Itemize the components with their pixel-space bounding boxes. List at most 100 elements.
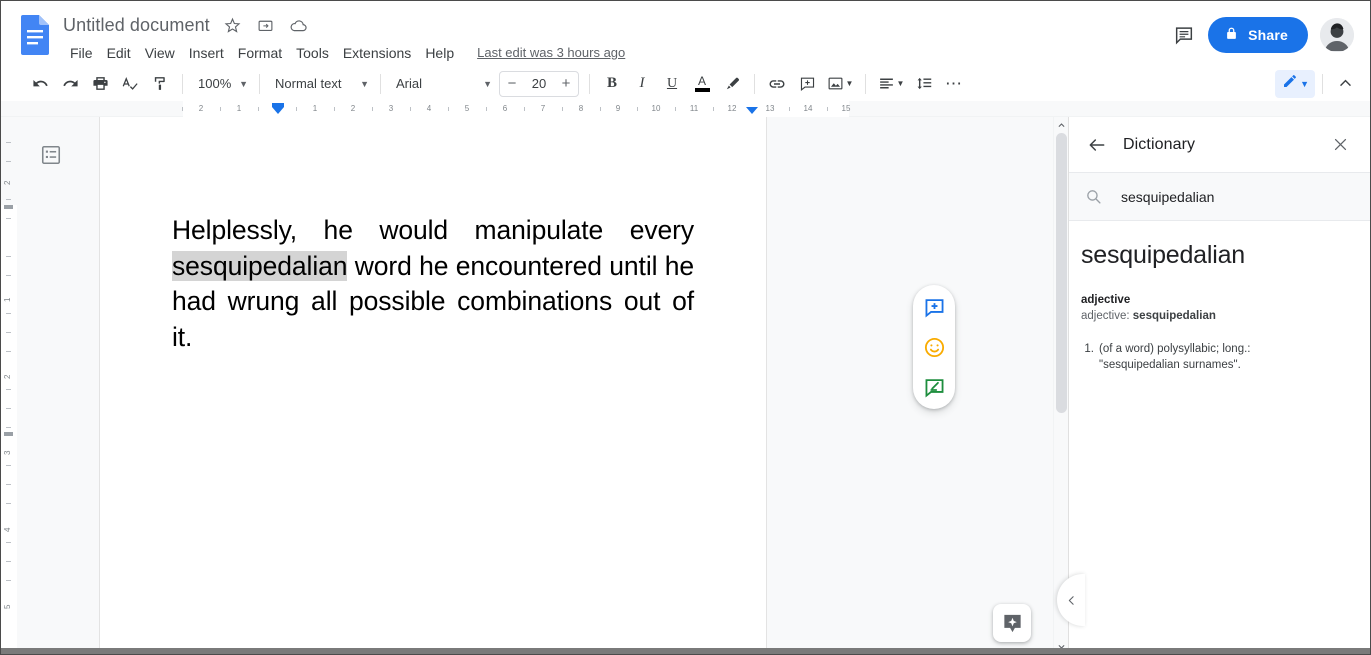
insert-image-icon[interactable]: ▼ [823,70,857,98]
menu-insert[interactable]: Insert [182,42,231,64]
paragraph-style-value: Normal text [275,76,342,91]
document-paragraph[interactable]: Helplessly, he would manipulate every se… [172,213,694,355]
floating-action-rail [913,285,955,409]
dictionary-search-input[interactable] [1121,188,1356,205]
vruler-number: 5 [3,604,12,609]
highlight-pen-icon[interactable] [718,70,746,98]
title-and-menu-block: Untitled document File Edit View Insert … [61,9,625,65]
vertical-ruler[interactable]: 2 1 2 3 4 5 [1,117,17,654]
menu-extensions[interactable]: Extensions [336,42,418,64]
underline-button[interactable]: U [658,70,686,98]
document-body-area: 2 1 2 3 4 5 Helplessly, he would manipul… [1,117,1370,654]
hide-toolbar-chevron-up-icon[interactable] [1331,70,1359,98]
top-margin-marker[interactable] [4,205,13,209]
part-of-speech: adjective [1081,294,1131,306]
google-docs-window: Untitled document File Edit View Insert … [0,0,1371,655]
chevron-down-icon: ▼ [896,79,905,88]
definition-number: 1. [1084,343,1094,355]
share-button-label: Share [1248,27,1288,43]
back-arrow-icon[interactable] [1081,129,1113,161]
font-family-select[interactable]: Arial ▼ [388,70,496,98]
menu-help[interactable]: Help [418,42,461,64]
outline-rail [17,117,85,654]
title-row: Untitled document [61,11,625,39]
text-color-label: A [697,74,706,88]
scrollbar-thumb[interactable] [1056,133,1067,413]
font-size-increase-button[interactable]: + [554,72,578,96]
menu-edit[interactable]: Edit [100,42,138,64]
explore-sparkle-icon[interactable] [993,604,1031,642]
window-bottom-strip [1,648,1370,654]
chevron-down-icon: ▼ [239,78,248,89]
align-left-icon[interactable]: ▼ [874,70,908,98]
insert-link-icon[interactable] [763,70,791,98]
vruler-number: 2 [3,374,12,379]
redo-icon[interactable] [56,70,84,98]
share-button[interactable]: Share [1208,17,1308,53]
dictionary-panel-title: Dictionary [1123,135,1196,153]
underline-label: U [666,75,678,91]
line-spacing-icon[interactable] [910,70,938,98]
add-comment-icon[interactable] [793,70,821,98]
toolbar-divider [259,73,260,94]
header-right-actions: Share [1166,9,1358,53]
toolbar-divider [182,73,183,94]
document-scrollbar[interactable] [1053,117,1068,654]
italic-button[interactable]: I [628,70,656,98]
definition-text: (of a word) polysyllabic; long.: "sesqui… [1099,342,1356,373]
highlighted-word[interactable]: sesquipedalian [172,250,348,281]
chevron-down-icon: ▼ [1300,78,1309,89]
definition-example: "sesquipedalian surnames". [1099,358,1241,371]
print-icon[interactable] [86,70,114,98]
scroll-up-icon[interactable] [1054,117,1069,133]
editing-mode-button[interactable]: ▼ [1275,69,1315,98]
ruler-number: 3 [388,104,394,113]
menu-tools[interactable]: Tools [289,42,336,64]
add-emoji-reaction-icon[interactable] [918,331,950,363]
pos-prefix: adjective: [1081,310,1133,322]
more-options-icon[interactable]: ⋯ [940,70,968,98]
ruler-number: 5 [464,104,470,113]
dictionary-panel-body: sesquipedalian adjective adjective: sesq… [1069,221,1370,654]
dictionary-search-bar[interactable] [1069,173,1370,221]
close-icon[interactable] [1324,129,1356,161]
editing-mode-pencil-icon [1282,73,1298,94]
menu-view[interactable]: View [138,42,182,64]
right-indent-marker[interactable] [746,107,758,114]
paint-format-icon[interactable] [146,70,174,98]
comment-history-icon[interactable] [1166,17,1202,53]
cloud-saved-icon[interactable] [287,13,311,37]
spellcheck-icon[interactable] [116,70,144,98]
dictionary-entry-word: sesquipedalian [1081,241,1245,269]
document-title[interactable]: Untitled document [61,15,212,36]
bottom-margin-marker[interactable] [4,432,13,436]
first-line-indent-marker[interactable] [272,107,284,114]
google-docs-icon[interactable] [19,13,53,57]
add-comment-icon[interactable] [918,291,950,323]
star-icon[interactable] [221,13,245,37]
text-color-swatch [694,88,710,92]
zoom-value: 100% [198,76,232,91]
document-canvas[interactable]: Helplessly, he would manipulate every se… [85,117,1053,654]
font-size-decrease-button[interactable]: − [500,72,524,96]
zoom-select[interactable]: 100% ▼ [190,70,252,98]
avatar[interactable] [1320,18,1354,52]
last-edit-link[interactable]: Last edit was 3 hours ago [477,44,625,62]
bold-button[interactable]: B [598,70,626,98]
menu-file[interactable]: File [63,42,100,64]
suggest-edit-icon[interactable] [918,371,950,403]
menu-format[interactable]: Format [231,42,289,64]
document-page[interactable]: Helplessly, he would manipulate every se… [100,117,766,654]
move-to-folder-icon[interactable] [254,13,278,37]
vertical-ruler-page-region [1,205,17,654]
undo-icon[interactable] [26,70,54,98]
paragraph-style-select[interactable]: Normal text ▼ [267,70,373,98]
definition-list: 1. (of a word) polysyllabic; long.: "ses… [1081,342,1356,373]
paragraph-text-before: Helplessly, he would manipulate every [172,215,694,245]
horizontal-ruler[interactable]: 2 1 1 2 3 4 5 6 7 8 9 10 11 12 13 14 15 [1,101,1370,117]
document-outline-icon[interactable] [37,141,65,169]
ruler-number: 11 [689,104,699,113]
font-size-value[interactable]: 20 [524,76,554,91]
text-color-button[interactable]: A [688,70,716,98]
ruler-number: 14 [803,104,813,113]
